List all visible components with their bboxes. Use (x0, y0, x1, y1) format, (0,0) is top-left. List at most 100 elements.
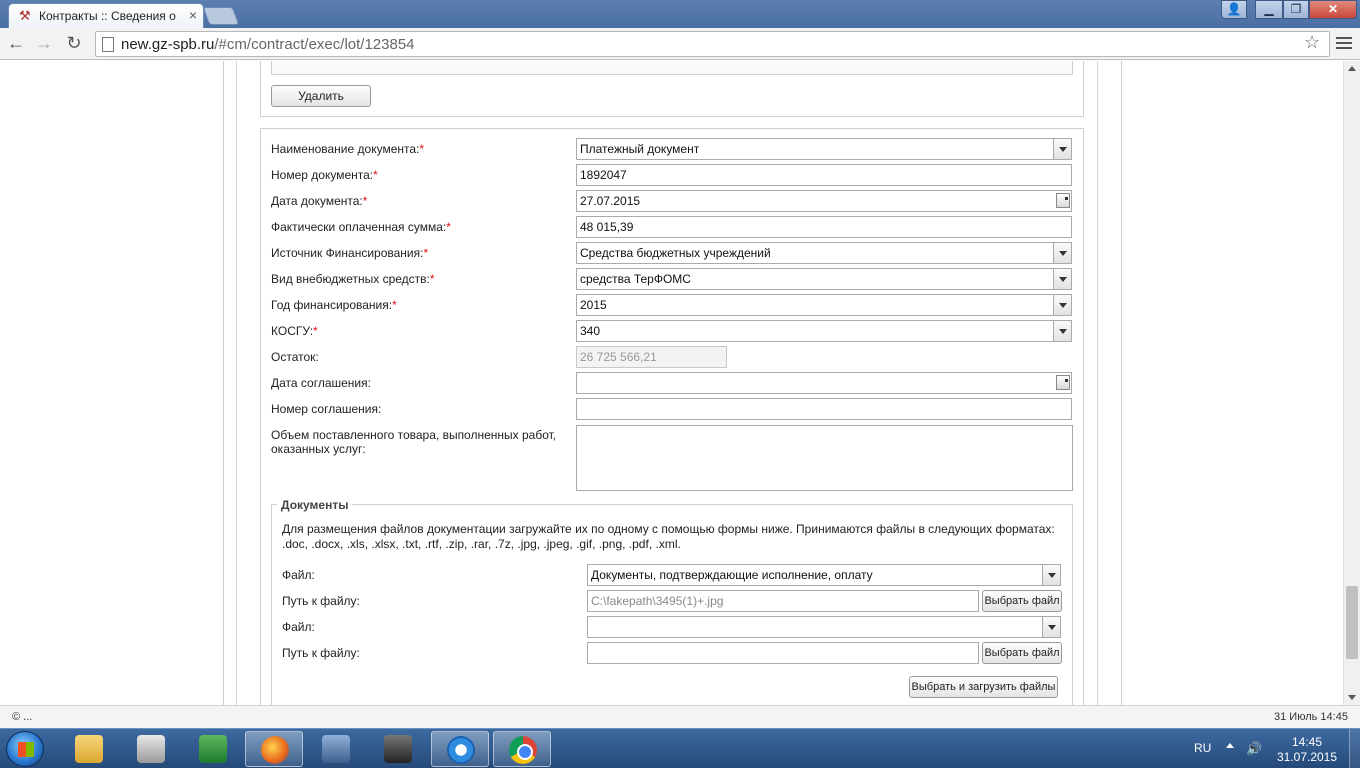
kosgu-select[interactable]: 340 (576, 320, 1072, 342)
close-window-button[interactable]: ✕ (1309, 0, 1357, 19)
scroll-up-icon[interactable] (1348, 66, 1356, 71)
show-desktop-button[interactable] (1349, 729, 1360, 768)
remainder-label: Остаток: (271, 350, 319, 364)
maximize-button[interactable]: ❐ (1283, 0, 1309, 19)
chrome-icon (509, 736, 537, 764)
status-left-text: © ... (12, 711, 33, 723)
editor-icon (322, 735, 350, 763)
start-button[interactable] (6, 731, 44, 767)
file-path-input[interactable] (587, 642, 979, 664)
funding-source-select[interactable]: Средства бюджетных учреждений (576, 242, 1072, 264)
browser-titlebar: ⚒ Контракты :: Сведения о × 👤 ▁ ❐ ✕ (0, 0, 1360, 28)
agreement-number-input[interactable] (576, 398, 1072, 420)
vertical-scrollbar[interactable] (1343, 61, 1360, 705)
task-firefox[interactable] (245, 731, 303, 767)
funding-year-select[interactable]: 2015 (576, 294, 1072, 316)
volume-label: Объем поставленного товара, выполненных … (271, 428, 557, 456)
folder-icon (75, 735, 103, 763)
user-profile-icon[interactable]: 👤 (1221, 0, 1247, 19)
agreement-date-label: Дата соглашения: (271, 376, 371, 390)
chevron-down-icon[interactable] (1053, 139, 1071, 159)
language-indicator[interactable]: RU (1194, 741, 1211, 755)
clock-date: 31.07.2015 (1276, 750, 1338, 764)
back-arrow-icon[interactable]: ← (4, 32, 28, 56)
tray-clock[interactable]: 14:45 31.07.2015 (1272, 735, 1342, 765)
kosgu-label: КОСГУ:* (271, 324, 318, 338)
new-tab-button[interactable] (202, 7, 240, 25)
funding-source-label: Источник Финансирования:* (271, 246, 429, 260)
address-bar[interactable]: new.gz-spb.ru/#cm/contract/exec/lot/1238… (95, 31, 1330, 57)
calendar-icon[interactable] (1056, 193, 1070, 208)
documents-note: Для размещения файлов документации загру… (282, 522, 1055, 551)
file-path-input[interactable]: C:\fakepath\3495(1)+.jpg (587, 590, 979, 612)
upload-files-button[interactable]: Выбрать и загрузить файлы (909, 676, 1058, 698)
forward-arrow-icon[interactable]: → (32, 32, 56, 56)
documents-legend: Документы (277, 498, 353, 512)
status-bar: © ... 31 Июль 14:45 (0, 705, 1360, 728)
choose-file-button[interactable]: Выбрать файл (982, 590, 1062, 612)
previous-document-box (271, 61, 1073, 75)
file-type-select[interactable]: Документы, подтверждающие исполнение, оп… (587, 564, 1061, 586)
scrollbar-thumb[interactable] (1346, 586, 1358, 659)
camera-icon (384, 735, 412, 763)
task-editor[interactable] (307, 731, 365, 767)
task-internet-explorer[interactable] (431, 731, 489, 767)
minimize-button[interactable]: ▁ (1255, 0, 1283, 19)
clock-time: 14:45 (1291, 735, 1323, 749)
tray-expand-icon[interactable] (1226, 743, 1234, 748)
task-chrome[interactable] (493, 731, 551, 767)
funding-year-label: Год финансирования:* (271, 298, 397, 312)
task-excel[interactable] (184, 731, 242, 767)
browser-tab[interactable]: ⚒ Контракты :: Сведения о × (8, 3, 204, 28)
remainder-value: 26 725 566,21 (576, 346, 727, 368)
agreement-number-label: Номер соглашения: (271, 402, 382, 416)
extra-budget-select[interactable]: средства ТерФОМС (576, 268, 1072, 290)
internet-explorer-icon (447, 736, 475, 764)
chevron-down-icon[interactable] (1053, 243, 1071, 263)
tab-title: Контракты :: Сведения о (39, 9, 176, 23)
doc-name-label: Наименование документа:* (271, 142, 425, 156)
firefox-icon (261, 736, 289, 764)
doc-number-input[interactable]: 1892047 (576, 164, 1072, 186)
extra-budget-label: Вид внебюджетных средств:* (271, 272, 435, 286)
paid-sum-input[interactable]: 48 015,39 (576, 216, 1072, 238)
page-viewport: Удалить Наименование документа:* Платежн… (0, 61, 1343, 705)
browser-menu-icon[interactable] (1336, 34, 1352, 52)
doc-date-input[interactable]: 27.07.2015 (576, 190, 1072, 212)
url-path: /#cm/contract/exec/lot/123854 (214, 36, 415, 53)
chevron-down-icon[interactable] (1053, 295, 1071, 315)
browser-toolbar: ← → ↻ new.gz-spb.ru/#cm/contract/exec/lo… (0, 28, 1360, 60)
chevron-down-icon[interactable] (1042, 565, 1060, 585)
status-datetime: 31 Июль 14:45 (1274, 711, 1348, 723)
agreement-date-input[interactable] (576, 372, 1072, 394)
scanner-icon (137, 735, 165, 763)
tab-close-icon[interactable]: × (189, 7, 197, 23)
choose-file-button[interactable]: Выбрать файл (982, 642, 1062, 664)
doc-number-label: Номер документа:* (271, 168, 378, 182)
delete-button[interactable]: Удалить (271, 85, 371, 107)
file-label: Файл: (282, 620, 315, 634)
file-path-label: Путь к файлу: (282, 646, 360, 660)
task-scanner[interactable] (122, 731, 180, 767)
url-domain: new.gz-spb.ru (121, 36, 215, 53)
chevron-down-icon[interactable] (1042, 617, 1060, 637)
task-camera[interactable] (369, 731, 427, 767)
file-label: Файл: (282, 568, 315, 582)
volume-textarea[interactable] (576, 425, 1073, 491)
doc-name-select[interactable]: Платежный документ (576, 138, 1072, 160)
excel-icon (199, 735, 227, 763)
site-favicon-icon: ⚒ (19, 8, 31, 23)
chevron-down-icon[interactable] (1053, 321, 1071, 341)
windows-taskbar: RU 🔊 14:45 31.07.2015 (0, 728, 1360, 768)
paid-sum-label: Фактически оплаченная сумма:* (271, 220, 451, 234)
bookmark-star-icon[interactable]: ☆ (1304, 32, 1320, 53)
task-explorer[interactable] (60, 731, 118, 767)
chevron-down-icon[interactable] (1053, 269, 1071, 289)
calendar-icon[interactable] (1056, 375, 1070, 390)
file-path-label: Путь к файлу: (282, 594, 360, 608)
scroll-down-icon[interactable] (1348, 695, 1356, 700)
reload-icon[interactable]: ↻ (62, 32, 86, 56)
volume-icon[interactable]: 🔊 (1246, 741, 1262, 757)
page-icon (102, 37, 114, 52)
file-type-select[interactable] (587, 616, 1061, 638)
